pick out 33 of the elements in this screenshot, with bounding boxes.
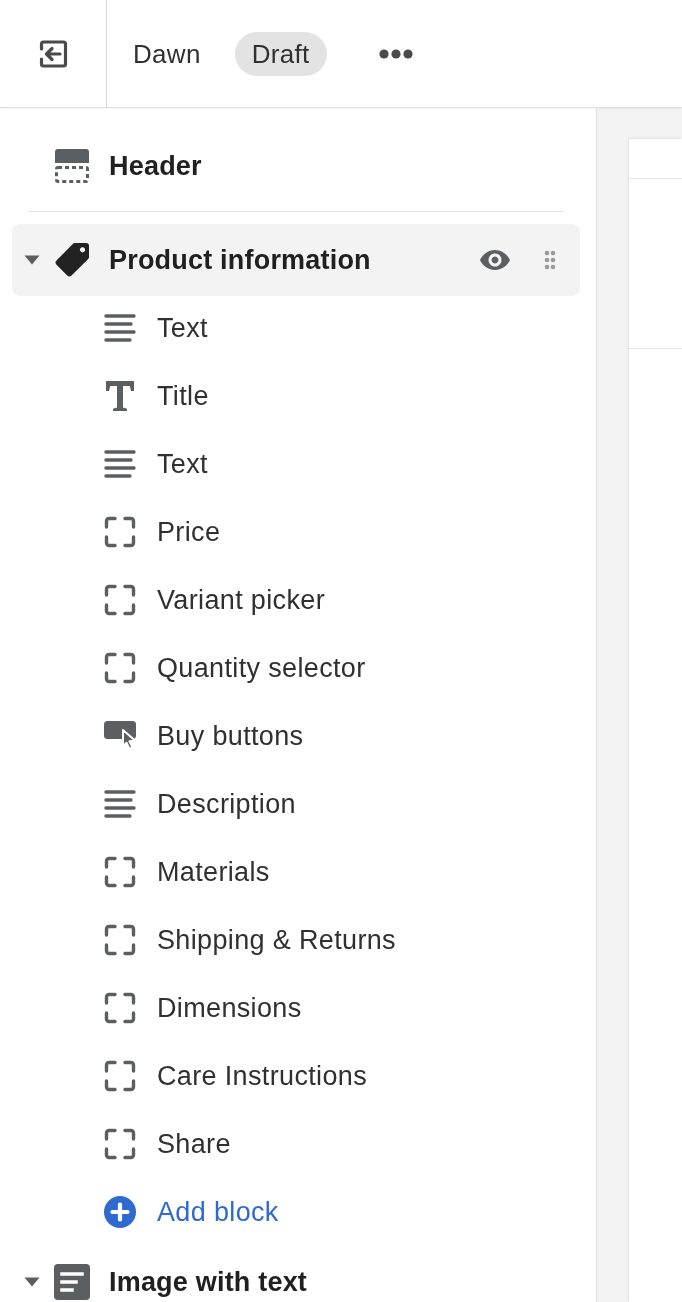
caret-icon[interactable] [24, 1277, 40, 1287]
block-item[interactable]: Share [0, 1110, 596, 1178]
block-item[interactable]: Text [0, 294, 596, 362]
plus-circle-icon [104, 1196, 136, 1228]
block-item[interactable]: Shipping & Returns [0, 906, 596, 974]
block-item[interactable]: Variant picker [0, 566, 596, 634]
exit-icon[interactable] [37, 37, 69, 70]
block-item[interactable]: Title [0, 362, 596, 430]
block-item[interactable]: Text [0, 430, 596, 498]
section-item[interactable]: Image with text [12, 1246, 580, 1300]
theme-name: Dawn [133, 37, 201, 71]
text-block-icon [54, 1264, 90, 1300]
block-item[interactable]: Quantity selector [0, 634, 596, 702]
text-lines-icon [104, 449, 136, 479]
block-item[interactable]: Dimensions [0, 974, 596, 1042]
block-item[interactable]: Materials [0, 838, 596, 906]
section-item[interactable]: Header [12, 132, 580, 200]
header-layout-icon [54, 148, 90, 184]
tag-icon [54, 242, 90, 278]
block-item[interactable]: Price [0, 498, 596, 566]
block-item[interactable]: Care Instructions [0, 1042, 596, 1110]
letter-t-icon [104, 380, 136, 412]
section-item[interactable]: Product information [12, 224, 580, 296]
more-icon[interactable] [378, 48, 413, 59]
caret-icon[interactable] [24, 255, 40, 265]
block-item[interactable]: Buy buttons [0, 702, 596, 770]
status-badge: Draft [234, 31, 327, 76]
eye-icon[interactable] [479, 249, 511, 271]
text-lines-icon [104, 313, 136, 343]
block-item[interactable]: Description [0, 770, 596, 838]
add-block-link[interactable]: Add block [0, 1178, 596, 1246]
drag-handle-icon[interactable] [544, 250, 556, 270]
text-lines-icon [104, 789, 136, 819]
